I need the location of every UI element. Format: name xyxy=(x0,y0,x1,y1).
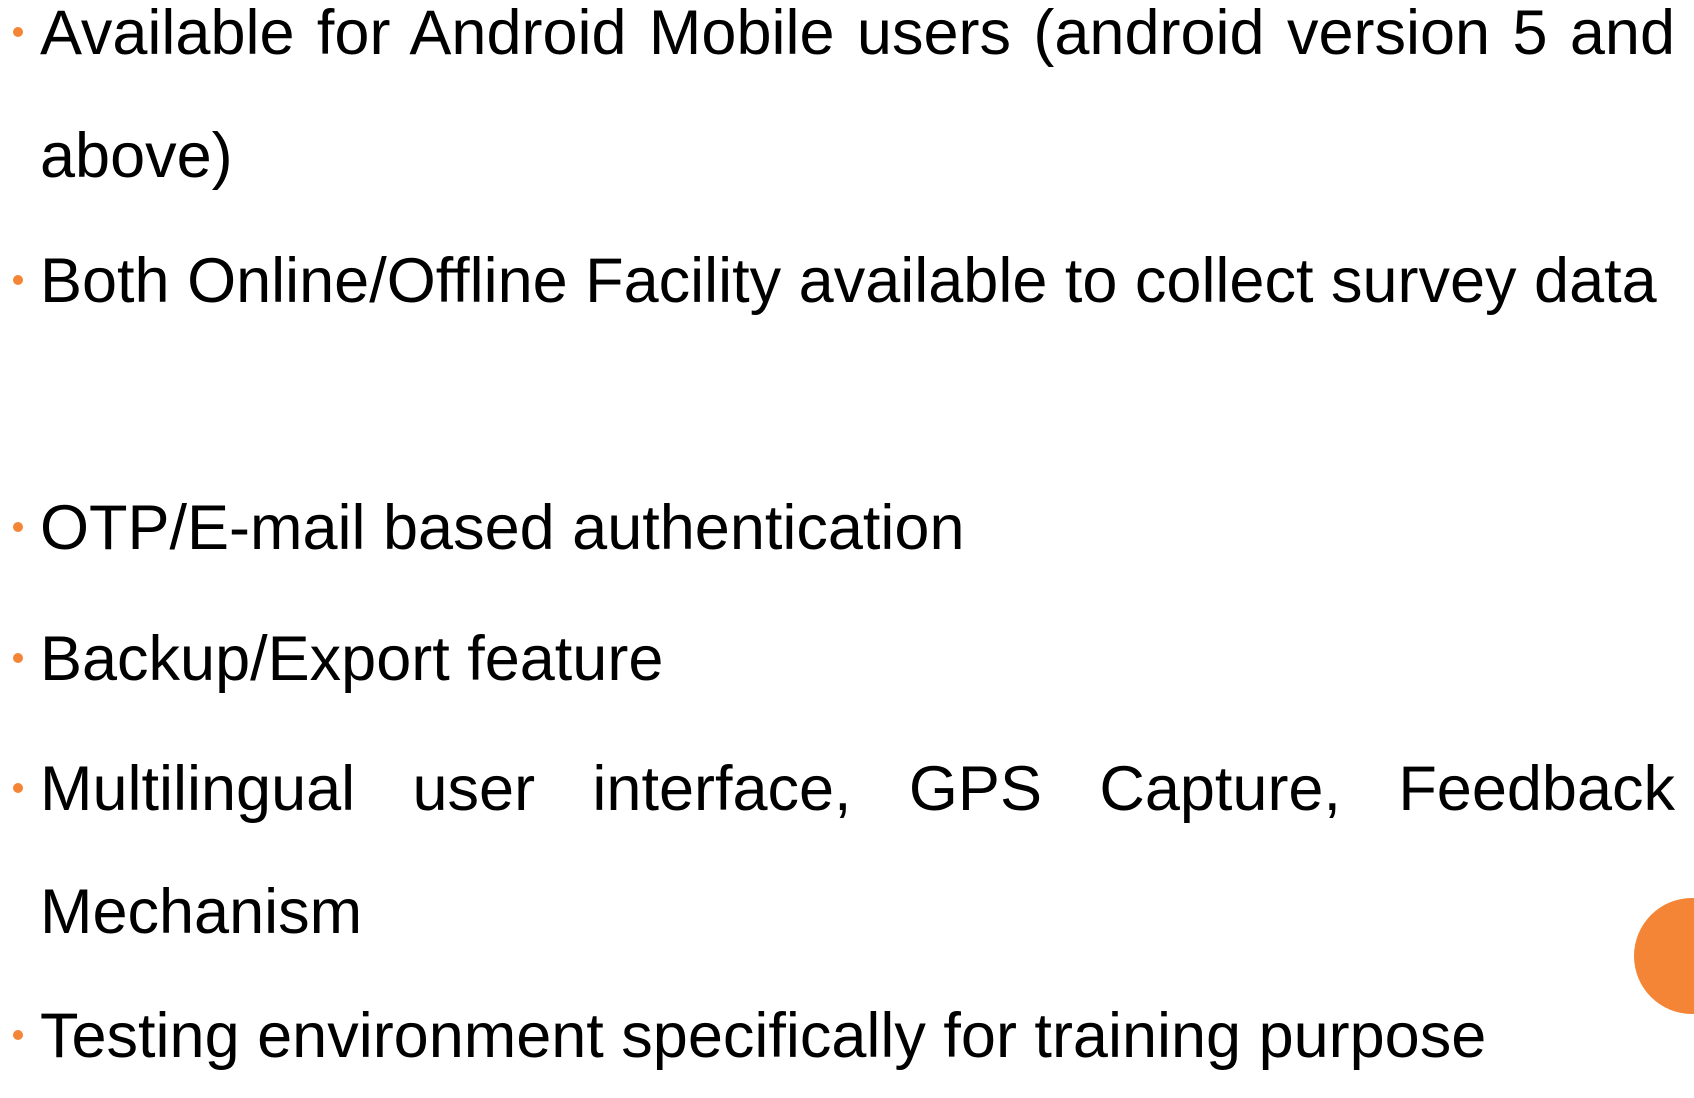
bullet-text: OTP/E-mail based authentication xyxy=(40,493,965,563)
bullet-marker xyxy=(13,275,23,285)
bullet-marker xyxy=(13,27,23,37)
bullet-text: Backup/Export feature xyxy=(40,624,664,694)
bullet-text: Available for Android Mobile users (andr… xyxy=(40,0,1675,191)
bullet-text: Testing environment specifically for tra… xyxy=(40,1001,1487,1071)
bullet-item-backup-export: Backup/Export feature xyxy=(13,598,1675,721)
bullet-marker xyxy=(13,653,23,663)
bullet-text: Both Online/Offline Facility available t… xyxy=(40,246,1657,316)
bullet-item-authentication: OTP/E-mail based authentication xyxy=(13,467,1675,590)
bullet-item-online-offline: Both Online/Offline Facility available t… xyxy=(13,220,1675,343)
bullet-marker xyxy=(13,1030,23,1040)
bullet-text: Multilingual user interface, GPS Capture… xyxy=(40,754,1675,947)
bullet-item-android-availability: Available for Android Mobile users (andr… xyxy=(13,0,1675,218)
bullet-item-multilingual: Multilingual user interface, GPS Capture… xyxy=(13,728,1675,974)
bullet-item-testing-environment: Testing environment specifically for tra… xyxy=(13,975,1675,1098)
bullet-marker xyxy=(13,783,23,793)
bullet-list: Available for Android Mobile users (andr… xyxy=(0,0,1694,1071)
bullet-marker xyxy=(13,522,23,532)
